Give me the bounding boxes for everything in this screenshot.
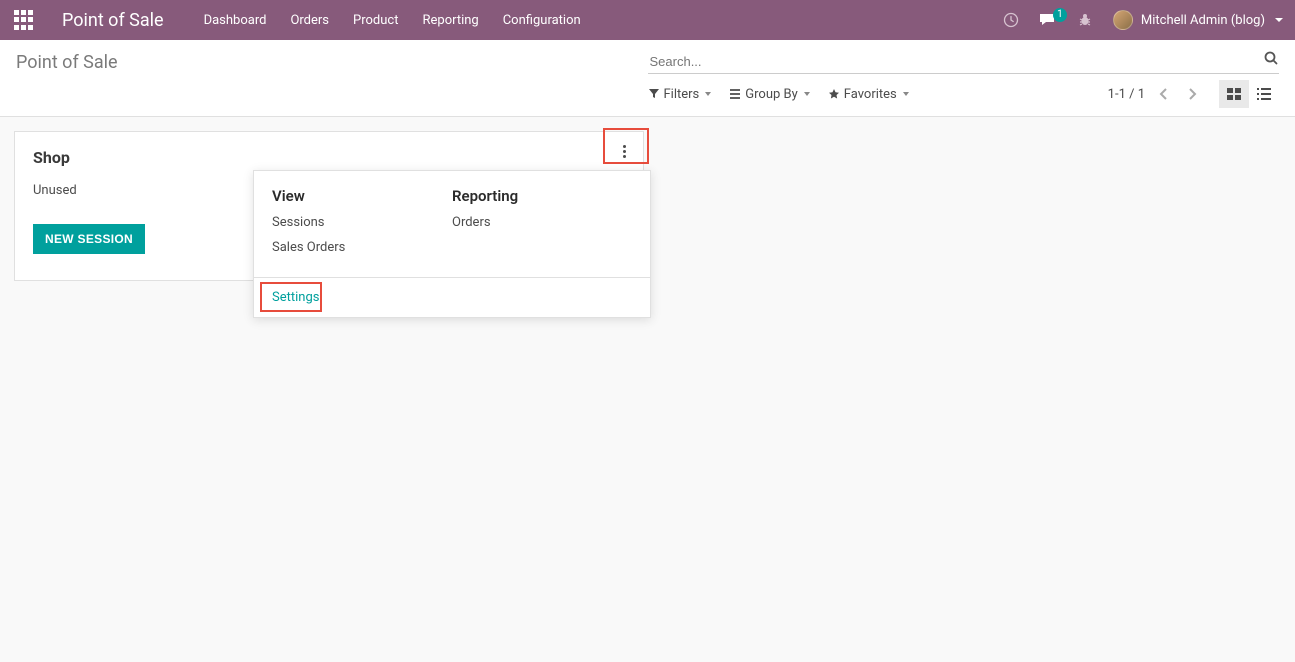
chevron-down-icon bbox=[903, 92, 909, 96]
menu-orders[interactable]: Orders bbox=[290, 13, 329, 28]
filter-icon bbox=[648, 88, 660, 100]
list-icon bbox=[729, 88, 741, 100]
user-name-label: Mitchell Admin (blog) bbox=[1141, 13, 1265, 28]
chevron-down-icon bbox=[1275, 18, 1283, 22]
menu-dashboard[interactable]: Dashboard bbox=[204, 13, 267, 28]
pager-next[interactable] bbox=[1183, 85, 1201, 103]
chevron-down-icon bbox=[804, 92, 810, 96]
dropdown-link-settings[interactable]: Settings bbox=[272, 290, 319, 305]
list-icon bbox=[1256, 87, 1272, 101]
control-panel: Point of Sale Filters Group By Favorites bbox=[0, 40, 1295, 117]
kanban-area: Shop Unused NEW SESSION View Sessions Sa… bbox=[0, 117, 1295, 295]
search-icon[interactable] bbox=[1263, 50, 1279, 66]
apps-grid-icon[interactable] bbox=[14, 10, 34, 30]
search-area bbox=[648, 50, 1280, 74]
list-view-button[interactable] bbox=[1249, 80, 1279, 108]
dropdown-link-sessions[interactable]: Sessions bbox=[272, 215, 452, 230]
dropdown-col-reporting: Reporting Orders bbox=[452, 187, 632, 265]
user-menu[interactable]: Mitchell Admin (blog) bbox=[1113, 10, 1283, 30]
card-kebab-menu[interactable] bbox=[615, 140, 633, 162]
menu-reporting[interactable]: Reporting bbox=[422, 13, 478, 28]
messages-icon[interactable]: 1 bbox=[1039, 12, 1057, 28]
filters-button[interactable]: Filters bbox=[648, 87, 712, 102]
kanban-icon bbox=[1226, 87, 1242, 101]
card-dropdown: View Sessions Sales Orders Reporting Ord… bbox=[253, 170, 651, 318]
new-session-button[interactable]: NEW SESSION bbox=[33, 224, 145, 254]
menu-product[interactable]: Product bbox=[353, 13, 398, 28]
search-input[interactable] bbox=[648, 50, 1280, 74]
dropdown-link-orders[interactable]: Orders bbox=[452, 215, 632, 230]
star-icon bbox=[828, 88, 840, 100]
activity-clock-icon[interactable] bbox=[1003, 12, 1019, 28]
debug-bug-icon[interactable] bbox=[1077, 12, 1093, 28]
dropdown-col-view: View Sessions Sales Orders bbox=[272, 187, 452, 265]
kanban-view-button[interactable] bbox=[1219, 80, 1249, 108]
favorites-button[interactable]: Favorites bbox=[828, 87, 909, 102]
card-title: Shop bbox=[33, 148, 625, 167]
app-brand[interactable]: Point of Sale bbox=[62, 10, 164, 31]
chevron-down-icon bbox=[705, 92, 711, 96]
pager-prev[interactable] bbox=[1155, 85, 1173, 103]
dropdown-header-reporting: Reporting bbox=[452, 187, 632, 205]
messages-badge: 1 bbox=[1053, 8, 1067, 22]
breadcrumb: Point of Sale bbox=[16, 52, 118, 73]
avatar bbox=[1113, 10, 1133, 30]
top-navbar: Point of Sale Dashboard Orders Product R… bbox=[0, 0, 1295, 40]
dropdown-header-view: View bbox=[272, 187, 452, 205]
dropdown-link-sales-orders[interactable]: Sales Orders bbox=[272, 240, 452, 255]
pos-card-shop: Shop Unused NEW SESSION View Sessions Sa… bbox=[14, 131, 644, 281]
main-menu: Dashboard Orders Product Reporting Confi… bbox=[204, 13, 581, 28]
pager-text: 1-1 / 1 bbox=[1108, 87, 1145, 102]
menu-configuration[interactable]: Configuration bbox=[503, 13, 581, 28]
groupby-button[interactable]: Group By bbox=[729, 87, 810, 102]
